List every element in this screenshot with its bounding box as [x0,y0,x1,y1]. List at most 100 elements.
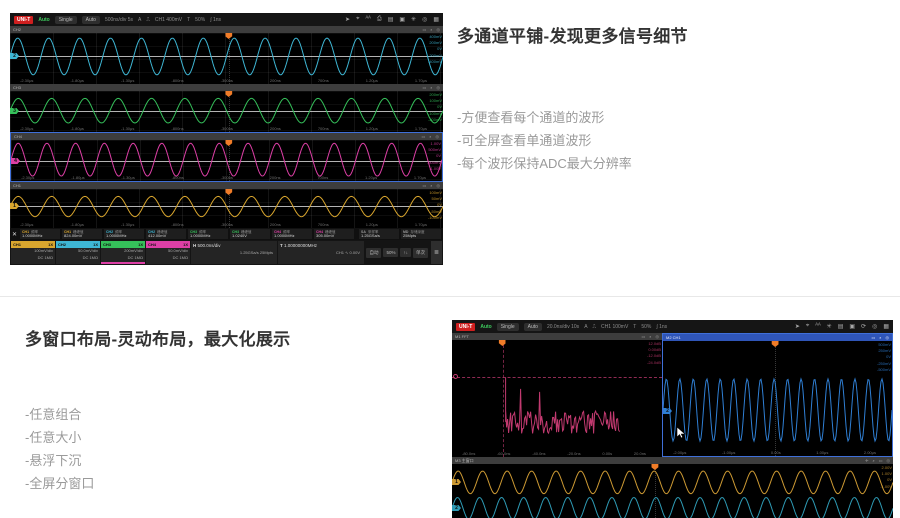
channel-panel-ch4-selected[interactable]: CH4 ▭⌕◎ 4 1.00V 500mV 0V -500mV -1.00V -… [10,132,443,182]
window-icon[interactable]: ⌕ [872,457,874,464]
toolbar-icon[interactable]: ⌖ [356,16,359,23]
auto-button[interactable]: Auto [524,323,542,331]
channel-panel-ch2[interactable]: CH2 ▭⌕◎ 2 400mV 200mV 0V -200mV -400mV -… [10,26,443,84]
window-main[interactable]: M3 主窗口 ✛⌕▭◎ 1 2 2.00V 1.00V 0V -1.00V [452,457,893,518]
panel-icon[interactable]: ◎ [436,133,440,140]
window-icon[interactable]: ▭ [871,334,875,341]
window-fft[interactable]: M1 FFT ▭⌕◎ 12.0dB 0.00dB -12.0dB -24.0dB… [452,333,662,457]
trigger-status-box[interactable]: T 1.00000000MHz CH1 ∿ 0.00V [278,241,364,264]
toolbar-icon[interactable]: ✳ [827,323,832,330]
panel-icon[interactable]: ▭ [422,26,426,33]
section2-bullets: -任意组合-任意大小-悬浮下沉-全屏分窗口 [25,403,94,495]
trigger-button[interactable]: 50% [383,248,398,257]
more-button[interactable]: ≣ [431,241,442,264]
measurement-chip[interactable]: CH3频率 1.0000MHz [188,229,228,240]
window-ch1-selected[interactable]: M2 CH1 ▭⌕◎ 2 500mV 250mV 0V -250mV -500m… [662,333,893,457]
channel-status-box[interactable]: CH1 1X 100mV/div DC 1MΩ [11,241,55,264]
timebase-readout[interactable]: 500ns/div 5s [105,17,133,23]
panel-icon[interactable]: ▭ [422,182,426,189]
trigger-position[interactable]: 50% [195,17,205,23]
bullet-item: -悬浮下沉 [25,449,94,472]
timebase-readout[interactable]: 20.0ns/div 10s [547,324,579,330]
single-button[interactable]: Single [55,16,77,24]
trigger-button[interactable]: 单次 [413,248,428,258]
toolbar-icon[interactable]: ▣ [399,16,405,23]
coupling: DC 1MΩ [11,255,55,262]
vertical-scale: 50.0mV/div [56,248,100,255]
toolbar-icon[interactable]: ◎ [872,323,877,330]
time-label: -2.30μs [20,126,33,131]
panel-icon[interactable]: ⌕ [430,182,432,189]
toolbar-icon[interactable]: ▤ [388,16,394,23]
trigger-button[interactable]: 自动 [366,248,381,258]
channel-panel-ch3[interactable]: CH3 ▭⌕◎ 3 200mV 100mV 0V -100mV -200mV -… [10,84,443,132]
window-icon[interactable]: ◎ [886,334,890,341]
auto-button[interactable]: Auto [82,16,100,24]
waveform-area: 1 2 2.00V 1.00V 0V -1.00V [452,464,893,518]
panel-icon[interactable]: ⌕ [430,84,432,91]
measurement-chip[interactable]: CH3峰峰值 1.0240V [230,229,270,240]
window-icon[interactable]: ▭ [879,457,883,464]
panel-header[interactable]: CH1 ▭⌕◎ [10,182,443,189]
time-label: 700ns [318,78,329,83]
panel-header[interactable]: CH4 ▭⌕◎ [11,133,442,140]
uni-t-logo: UNI-T [14,16,33,24]
panel-icon[interactable]: ▭ [422,84,426,91]
trigger-slope[interactable]: ∫ 1ns [210,17,221,23]
toolbar-icon[interactable]: ▣ [849,323,855,330]
measurement-chip[interactable]: SA采样率 1.25GSa/s [359,229,399,240]
single-button[interactable]: Single [497,323,519,331]
toolbar-icon[interactable]: ⎙ [377,16,382,23]
channel-status-header: CH3 1X [101,241,145,248]
panel-icon[interactable]: ◎ [437,26,441,33]
panel-icon[interactable]: ⌕ [430,26,432,33]
horizontal-status-box[interactable]: H 500.0ns/div 1.25GSa/s 25Mpts [191,241,277,264]
panel-header[interactable]: CH3 ▭⌕◎ [10,84,443,91]
trigger-button[interactable]: ↑↓ [400,248,411,257]
mouse-cursor-icon [677,427,686,439]
trigger-source-readout[interactable]: CH1 100mV [601,324,628,330]
measurement-chip[interactable]: CH1峰峰值 824.00mV [62,229,102,240]
toolbar-icon[interactable]: ⌖ [806,323,809,330]
window-icon[interactable]: ▭ [641,333,645,340]
channel-panel-ch1[interactable]: CH1 ▭⌕◎ 1 100mV 50mV 0V -50mV -100mV -2.… [10,182,443,228]
channel-status-box[interactable]: CH2 1X 50.0mV/div DC 1MΩ [56,241,100,264]
measurement-chip[interactable]: CH1频率 1.0000MHz [20,229,60,240]
channel-status-box[interactable]: CH4 1X 50.0mV/div DC 1MΩ [146,241,190,264]
measurement-chip[interactable]: CH2频率 1.0000MHz [104,229,144,240]
trigger-position[interactable]: 50% [641,324,651,330]
trigger-source-readout[interactable]: CH1 400mV [155,17,182,23]
close-icon[interactable]: ✕ [12,231,17,238]
window-icon[interactable]: ⌕ [649,333,651,340]
channel-status-box[interactable]: CH3 1X 200mV/div DC 1MΩ [101,241,145,264]
panel-icon[interactable]: ⌕ [429,133,431,140]
measurement-chip[interactable]: CH2峰峰值 412.00mV [146,229,186,240]
window-header-selected[interactable]: M2 CH1 ▭⌕◎ [663,334,892,341]
panel-icon[interactable]: ▭ [421,133,425,140]
panel-header[interactable]: CH2 ▭⌕◎ [10,26,443,33]
toolbar-icon[interactable]: ▤ [838,323,844,330]
toolbar-icon[interactable]: ▦ [433,16,439,23]
oscilloscope-screenshot-multichannel: UNI-T Auto Single Auto 500ns/div 5s A ⎍ … [10,13,443,265]
trigger-slope[interactable]: ∫ 1ns [656,324,667,330]
toolbar-icon[interactable]: ➤ [795,323,800,330]
window-header[interactable]: M1 FFT ▭⌕◎ [452,333,662,340]
measurement-chip[interactable]: CH4频率 1.0000MHz [272,229,312,240]
toolbar-icon[interactable]: ▦ [883,323,889,330]
window-icon[interactable]: ◎ [656,333,660,340]
toolbar-icon[interactable]: ◎ [422,16,427,23]
panel-icon[interactable]: ◎ [437,182,441,189]
measurement-chip[interactable]: CH4峰峰值 305.00mV [314,229,354,240]
toolbar-icon[interactable]: ➤ [345,16,350,23]
toolbar-icon[interactable]: ⟳ [861,323,866,330]
window-icon[interactable]: ⌕ [879,334,881,341]
toolbar-icon[interactable]: ✳ [411,16,416,23]
db-scale-labels: 12.0dB 0.00dB -12.0dB -24.0dB [647,341,661,366]
measurement-chip[interactable]: MD存储深度 25Mpts [401,229,441,240]
toolbar-icon[interactable]: ᴬᴬ [365,16,370,23]
toolbar-icon[interactable]: ᴬᴬ [815,323,820,330]
window-header[interactable]: M3 主窗口 ✛⌕▭◎ [452,457,893,464]
window-icon[interactable]: ◎ [887,457,891,464]
window-icon[interactable]: ✛ [865,457,868,464]
panel-icon[interactable]: ◎ [437,84,441,91]
